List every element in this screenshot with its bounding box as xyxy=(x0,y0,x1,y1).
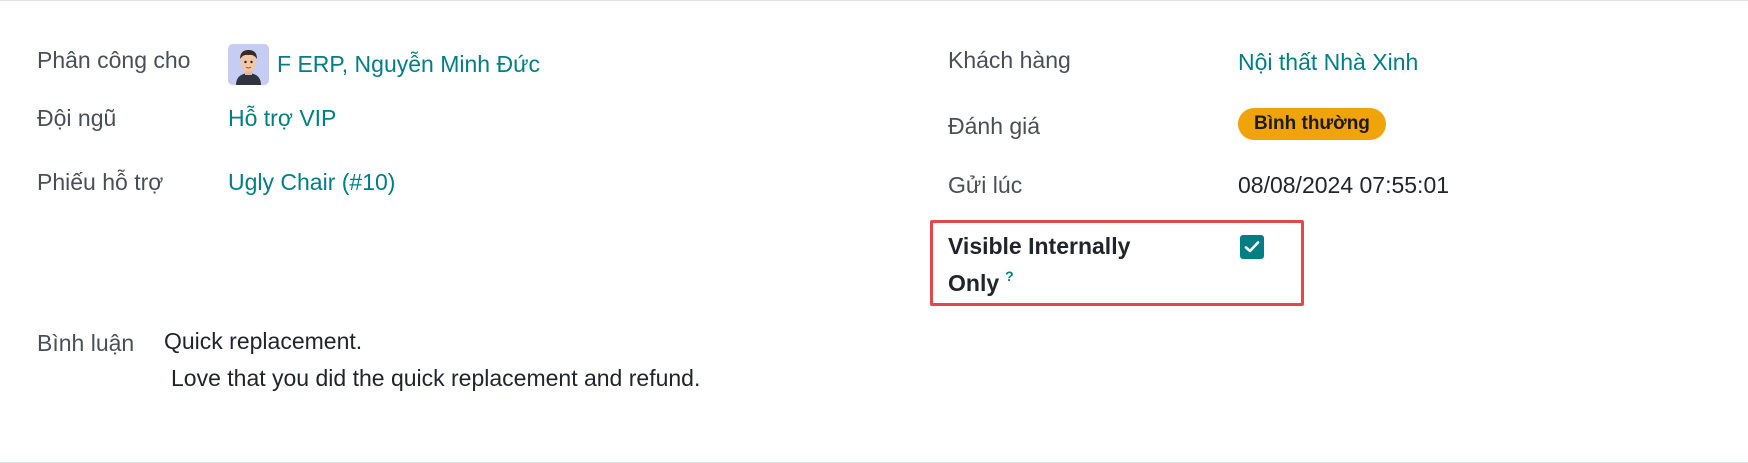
ticket-label: Phiếu hỗ trợ xyxy=(37,169,164,195)
rating-form-sheet: Phân công cho F ERP, Nguyễn Minh Đức Đội… xyxy=(0,0,1748,463)
customer-value-wrap: Nội thất Nhà Xinh xyxy=(1238,49,1418,76)
comment-line-1: Quick replacement. xyxy=(164,328,363,354)
customer-field: Khách hàng xyxy=(948,47,1071,74)
team-label: Đội ngũ xyxy=(37,105,117,131)
assigned-label: Phân công cho xyxy=(37,47,191,73)
visible-label-line2: Only xyxy=(948,270,1000,296)
rating-field: Đánh giá xyxy=(948,113,1040,140)
comment-label: Bình luận xyxy=(37,330,135,356)
ticket-value-wrap: Ugly Chair (#10) xyxy=(228,169,395,196)
submitted-value: 08/08/2024 07:55:01 xyxy=(1238,172,1450,198)
submitted-value-wrap: 08/08/2024 07:55:01 xyxy=(1238,172,1449,199)
customer-link[interactable]: Nội thất Nhà Xinh xyxy=(1238,49,1418,76)
customer-label: Khách hàng xyxy=(948,47,1071,73)
visible-label-line2-wrap: Only? xyxy=(948,265,1130,305)
rating-badge: Bình thường xyxy=(1238,108,1386,140)
check-icon xyxy=(1244,241,1260,253)
team-link[interactable]: Hỗ trợ VIP xyxy=(228,105,336,132)
team-value-wrap: Hỗ trợ VIP xyxy=(228,105,336,132)
submitted-field: Gửi lúc xyxy=(948,172,1022,199)
team-field: Đội ngũ xyxy=(37,105,116,132)
rating-value-wrap: Bình thường xyxy=(1238,108,1386,140)
visible-internally-checkbox[interactable] xyxy=(1240,235,1264,259)
comment-body: Quick replacement. Love that you did the… xyxy=(164,323,700,397)
assigned-value-wrap[interactable]: F ERP, Nguyễn Minh Đức xyxy=(228,44,540,85)
assigned-user-link[interactable]: F ERP, Nguyễn Minh Đức xyxy=(277,51,540,78)
ticket-link[interactable]: Ugly Chair (#10) xyxy=(228,169,395,196)
submitted-label: Gửi lúc xyxy=(948,172,1023,198)
assigned-field: Phân công cho xyxy=(37,47,190,74)
visible-internally-label: Visible Internally Only? xyxy=(948,228,1130,305)
visible-label-line1: Visible Internally xyxy=(948,233,1131,259)
comment-line-2: Love that you did the quick replacement … xyxy=(171,365,701,391)
avatar-icon[interactable] xyxy=(228,44,269,85)
comment-field: Bình luận xyxy=(37,330,134,357)
help-icon[interactable]: ? xyxy=(1005,268,1014,284)
rating-label: Đánh giá xyxy=(948,113,1041,139)
ticket-field: Phiếu hỗ trợ xyxy=(37,169,163,196)
